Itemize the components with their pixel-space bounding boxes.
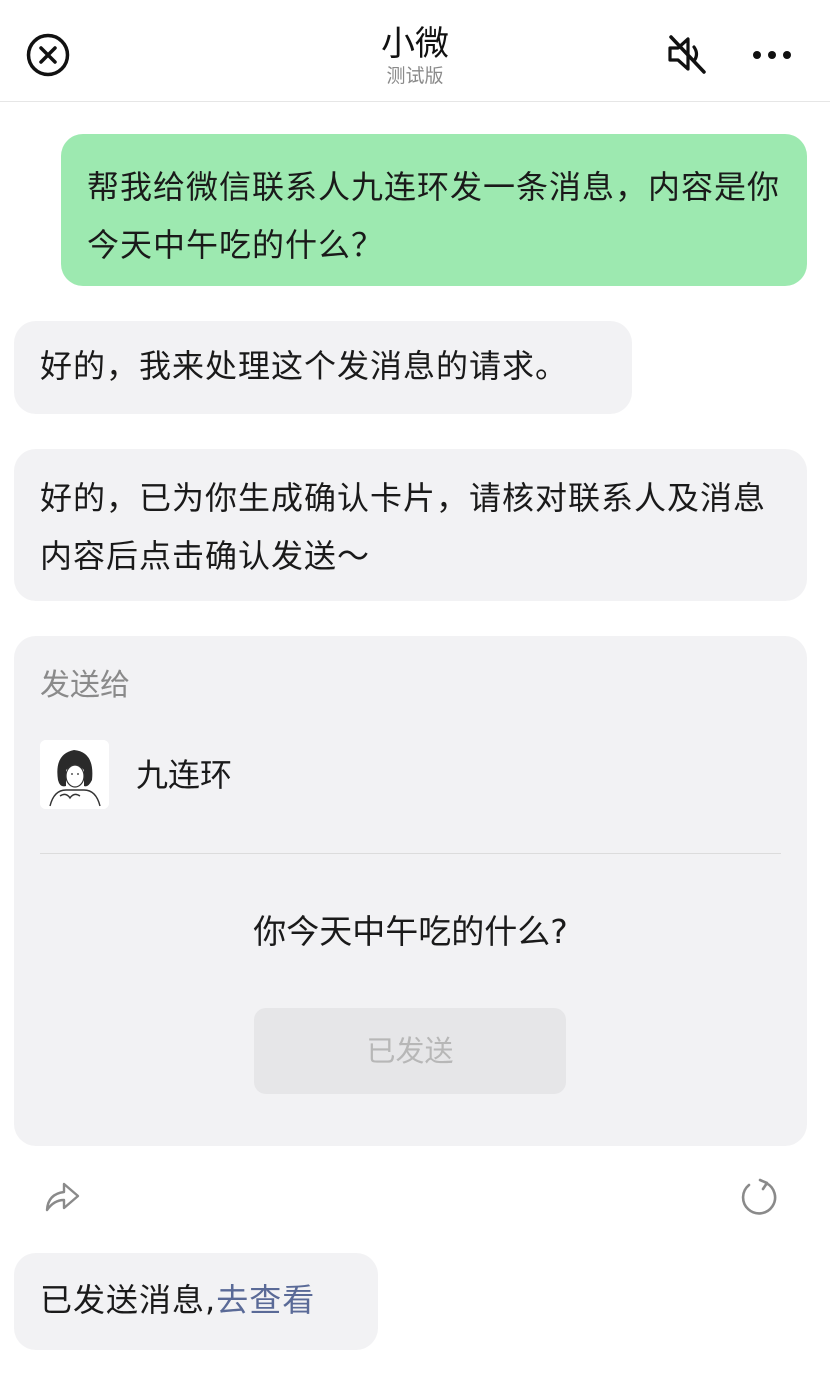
contact-name: 九连环 <box>136 756 233 794</box>
message-preview: 你今天中午吃的什么? <box>253 912 568 951</box>
contact-avatar <box>40 740 109 809</box>
chat-page: 小微 测试版 帮我给微信联系人九连环发一条消息，内容是你今天中午吃的什么？ 好的… <box>0 0 830 1378</box>
card-divider <box>40 853 781 854</box>
top-bar: 小微 测试版 <box>0 0 830 102</box>
more-dots-icon[interactable] <box>748 34 796 76</box>
sent-button[interactable]: 已发送 <box>254 1008 566 1094</box>
speaker-muted-icon[interactable] <box>664 31 710 77</box>
refresh-icon[interactable] <box>736 1176 780 1220</box>
send-to-label: 发送给 <box>40 668 130 703</box>
bot-message-bubble: 好的，已为你生成确认卡片，请核对联系人及消息内容后点击确认发送～ <box>14 449 807 601</box>
view-link[interactable]: 去查看 <box>216 1281 315 1319</box>
send-confirm-card: 发送给 九连环 你今天中午吃的什么? 已发送 <box>14 636 807 1146</box>
bot-message-bubble: 好的，我来处理这个发消息的请求。 <box>14 321 632 414</box>
share-forward-icon[interactable] <box>42 1176 82 1216</box>
result-text: 已发送消息, <box>40 1281 217 1319</box>
user-message-bubble: 帮我给微信联系人九连环发一条消息，内容是你今天中午吃的什么？ <box>61 134 807 286</box>
avatar-sketch-icon <box>40 740 109 809</box>
result-message-bubble: 已发送消息,去查看 <box>14 1253 378 1350</box>
